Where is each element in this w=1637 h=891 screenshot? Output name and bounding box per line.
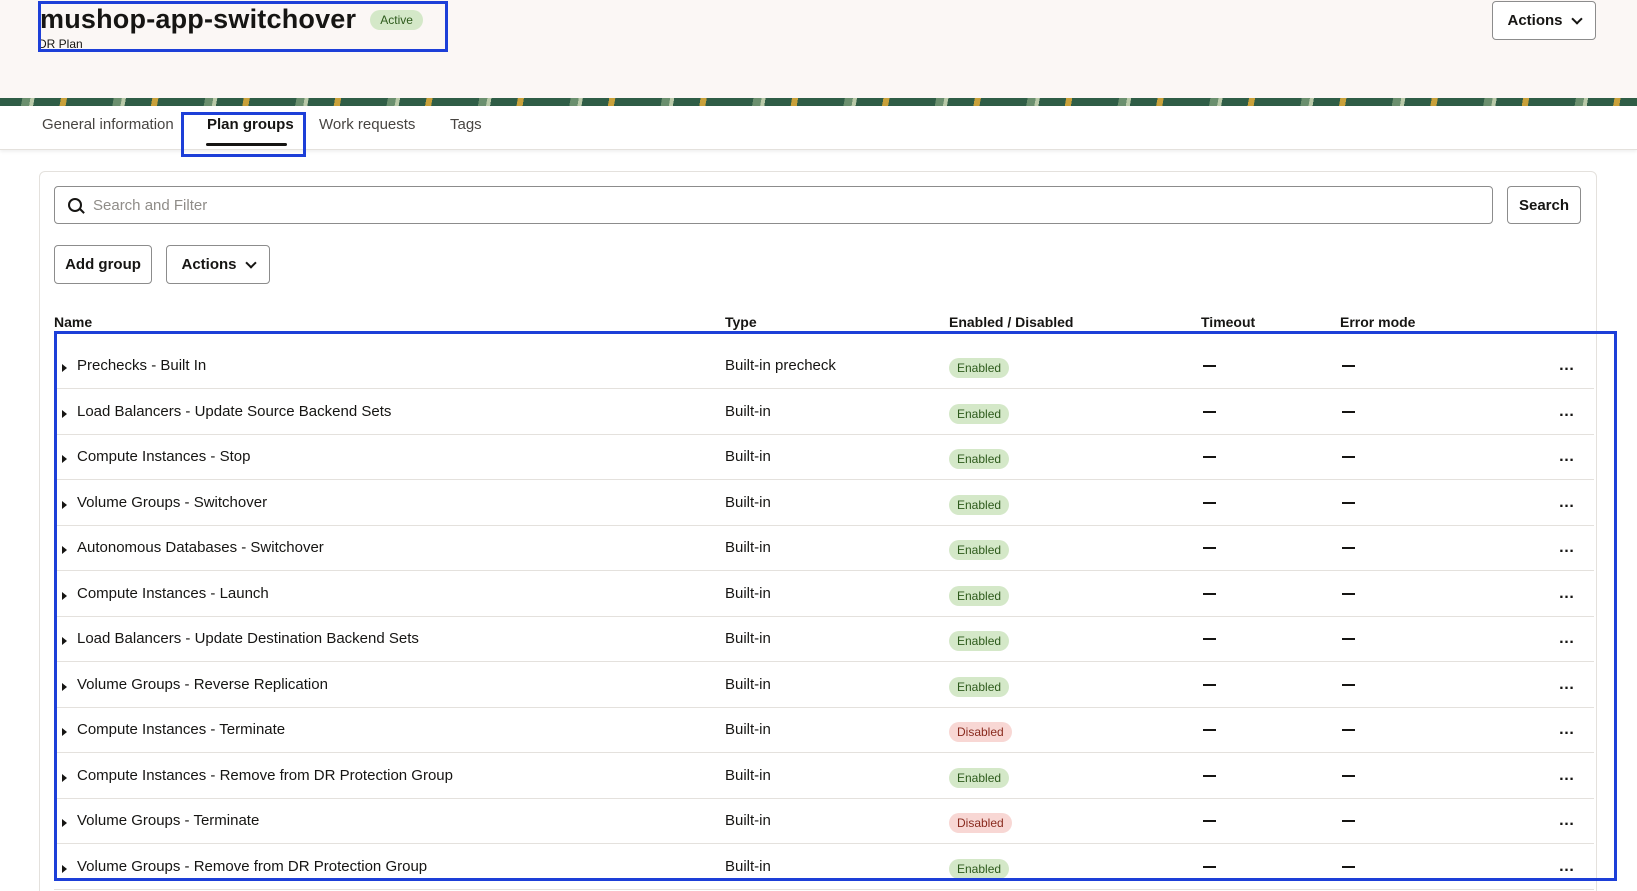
title-highlight-box bbox=[38, 1, 448, 52]
chevron-down-icon bbox=[244, 256, 257, 269]
column-header-enabled[interactable]: Enabled / Disabled bbox=[949, 314, 1073, 330]
search-input[interactable] bbox=[93, 190, 1492, 220]
add-group-button[interactable]: Add group bbox=[54, 245, 152, 284]
tab-tags[interactable]: Tags bbox=[450, 116, 482, 133]
search-icon bbox=[55, 186, 89, 224]
decorative-banner bbox=[0, 98, 1637, 106]
header-actions-button[interactable]: Actions bbox=[1492, 1, 1596, 40]
column-header-name[interactable]: Name bbox=[54, 314, 92, 330]
chevron-down-icon bbox=[1570, 12, 1583, 25]
column-header-timeout[interactable]: Timeout bbox=[1201, 314, 1255, 330]
column-header-type[interactable]: Type bbox=[725, 314, 757, 330]
header-actions-label: Actions bbox=[1507, 12, 1563, 29]
table-highlight-box bbox=[54, 331, 1617, 881]
search-button[interactable]: Search bbox=[1507, 186, 1581, 224]
actions-dropdown-button[interactable]: Actions bbox=[166, 245, 270, 284]
column-header-error-mode[interactable]: Error mode bbox=[1340, 314, 1415, 330]
tab-general-information[interactable]: General information bbox=[42, 116, 174, 133]
tab-work-requests[interactable]: Work requests bbox=[319, 116, 415, 133]
tab-highlight-box bbox=[181, 112, 306, 157]
search-bar bbox=[54, 186, 1493, 224]
actions-dropdown-label: Actions bbox=[181, 256, 237, 273]
